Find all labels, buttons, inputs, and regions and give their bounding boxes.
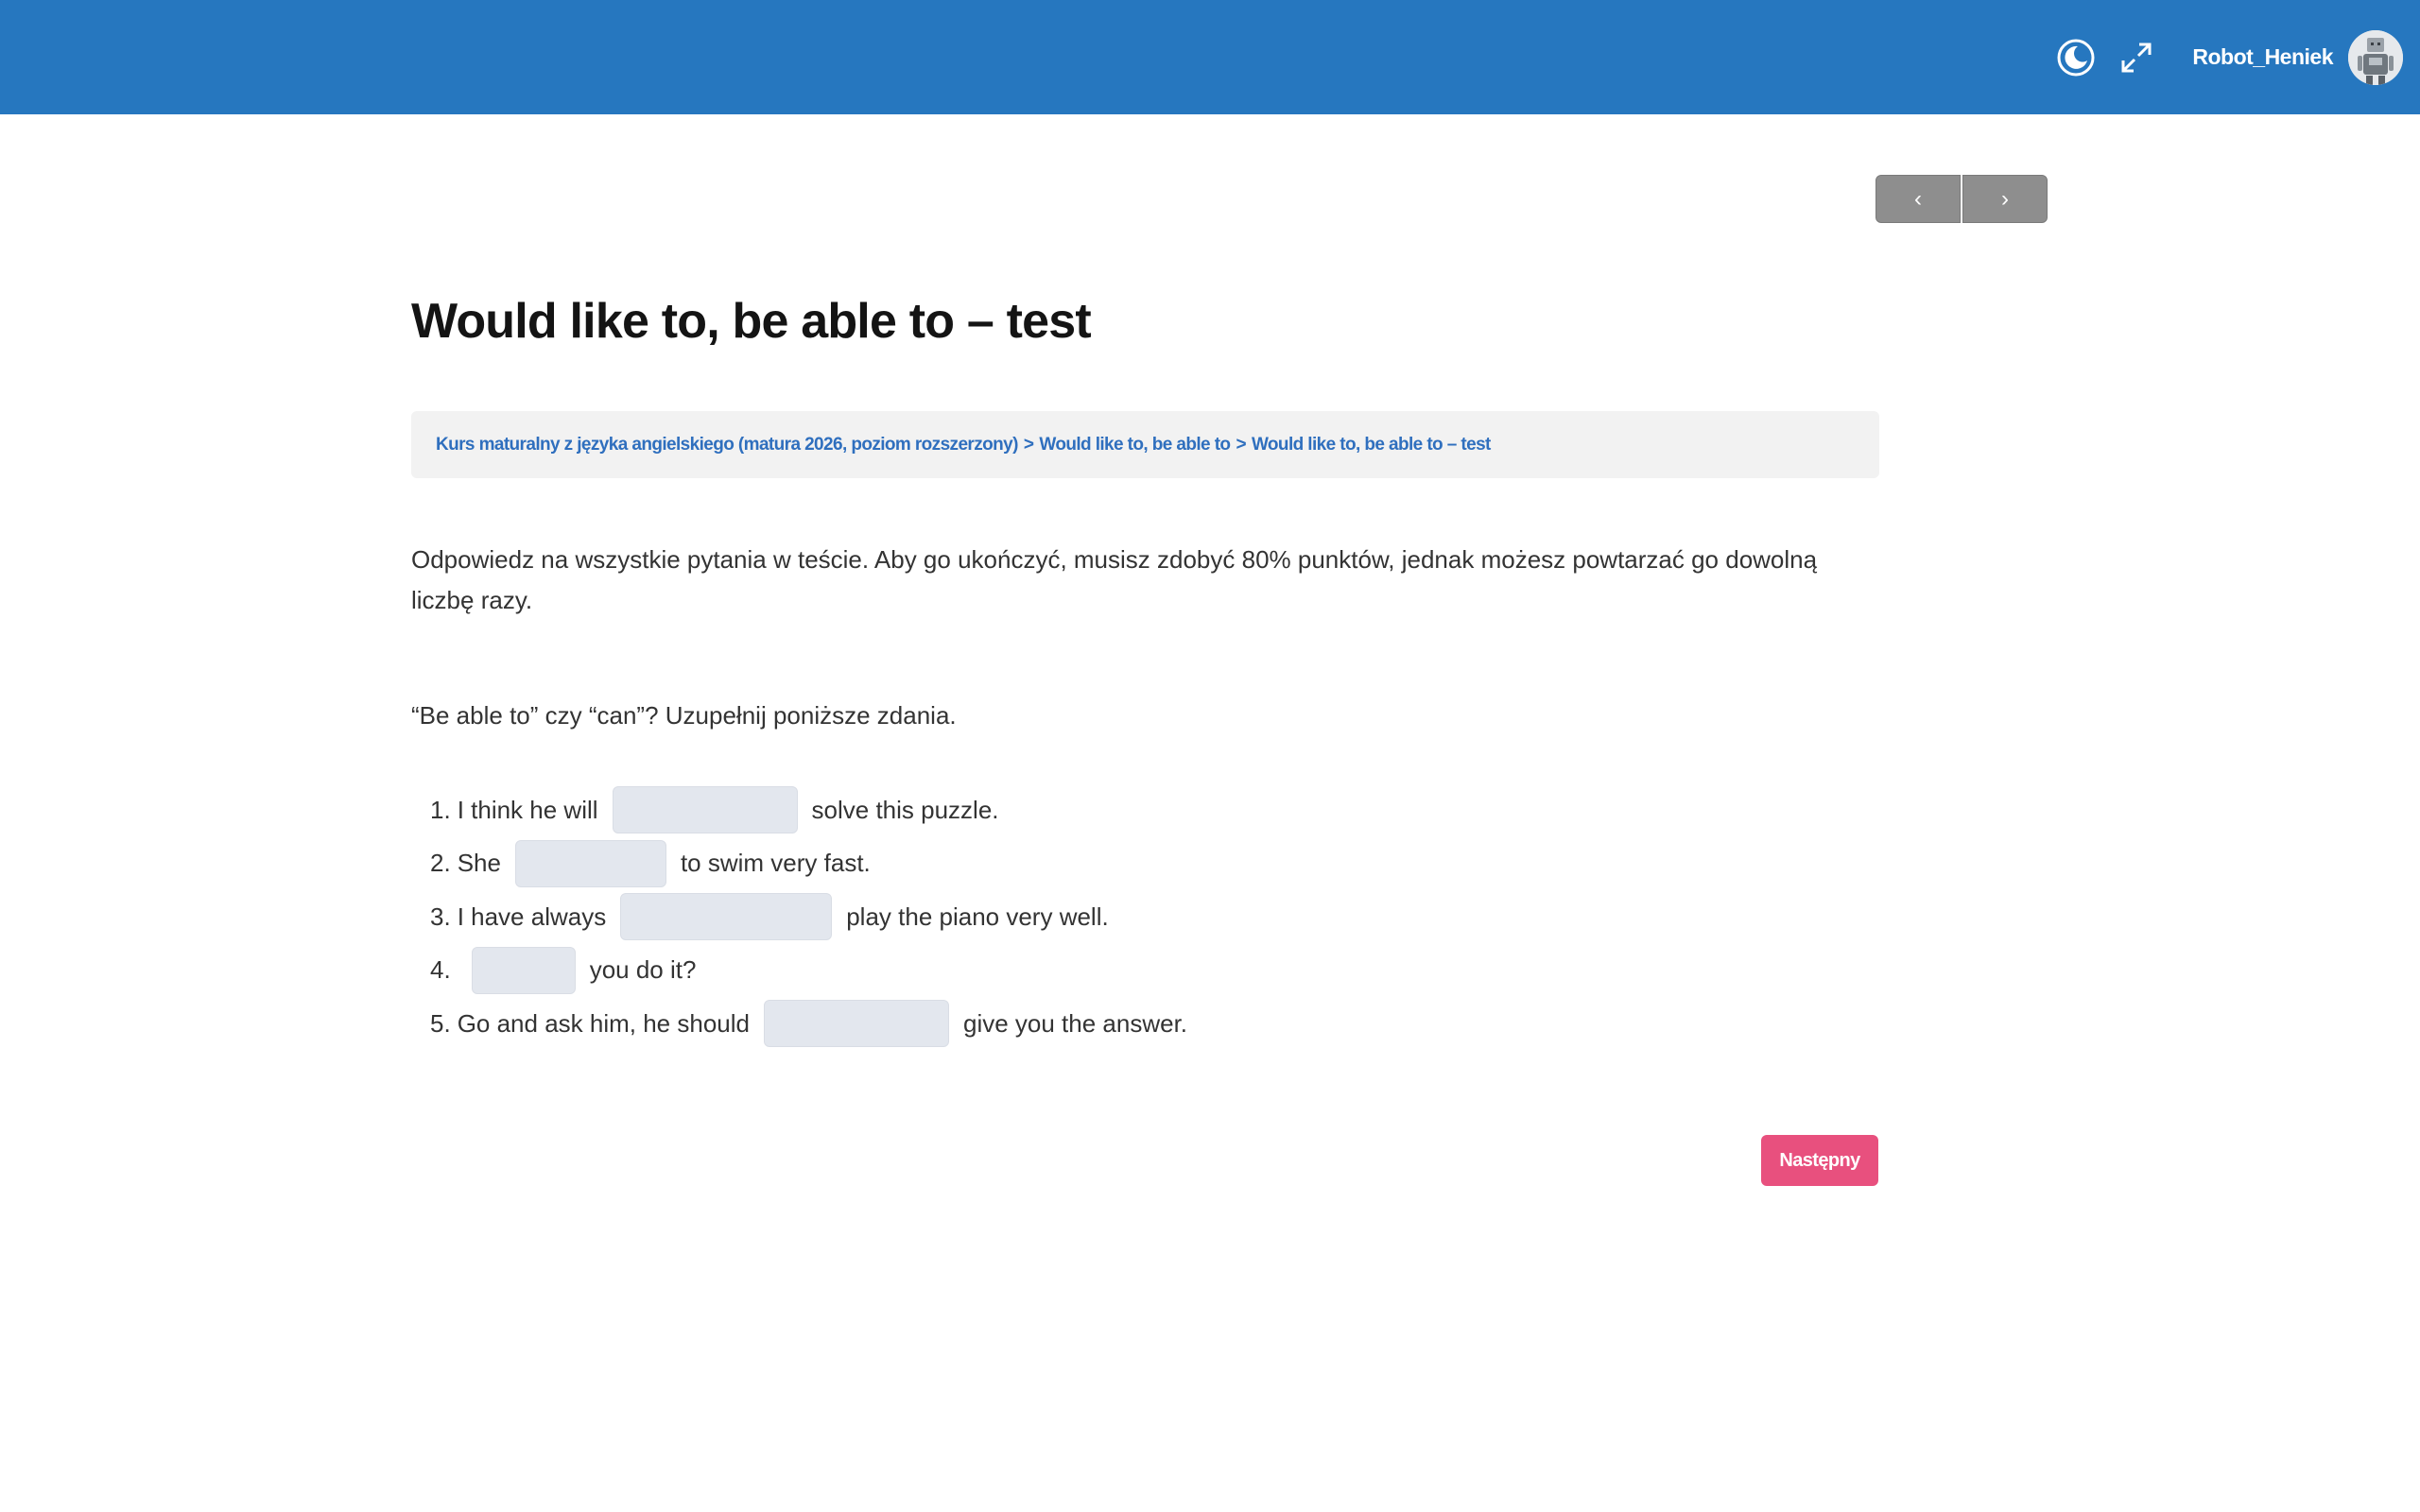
exercise-list: 1. I think he will solve this puzzle. 2.… xyxy=(430,783,1187,1051)
question-prompt: “Be able to” czy “can”? Uzupełnij poniżs… xyxy=(411,701,957,730)
avatar[interactable] xyxy=(2348,29,2403,85)
list-item: 4. you do it? xyxy=(430,944,1187,998)
sentence-start: She xyxy=(457,849,501,878)
list-item: 2. She to swim very fast. xyxy=(430,837,1187,891)
next-button[interactable]: Następny xyxy=(1761,1135,1878,1186)
chevron-left-icon: ‹ xyxy=(1914,185,1922,212)
moon-icon[interactable] xyxy=(2052,34,2100,81)
user-toolbar: Robot_Heniek xyxy=(2052,0,2403,114)
item-number: 4. xyxy=(430,955,451,985)
sentence-end: to swim very fast. xyxy=(680,849,871,878)
breadcrumb-item-lesson[interactable]: Would like to, be able to xyxy=(1039,435,1231,455)
breadcrumb-separator: > xyxy=(1236,434,1246,455)
top-bar: Robot_Heniek xyxy=(0,0,2420,114)
item-number: 3. xyxy=(430,902,451,931)
answer-gap-4[interactable] xyxy=(471,946,576,994)
next-page-button[interactable]: › xyxy=(1962,175,2048,223)
breadcrumb-separator: > xyxy=(1023,434,1034,455)
item-number: 5. xyxy=(430,1008,451,1038)
sentence-end: give you the answer. xyxy=(962,1008,1188,1038)
sentence-end: you do it? xyxy=(589,955,697,985)
list-item: 3. I have always play the piano very wel… xyxy=(430,890,1187,944)
breadcrumb-item-course[interactable]: Kurs maturalny z języka angielskiego (ma… xyxy=(436,435,1018,455)
item-number: 2. xyxy=(430,849,451,878)
chevron-right-icon: › xyxy=(2001,185,2009,212)
breadcrumb: Kurs maturalny z języka angielskiego (ma… xyxy=(411,411,1879,478)
answer-gap-2[interactable] xyxy=(514,839,666,887)
pager: ‹ › xyxy=(1876,175,2048,223)
answer-gap-1[interactable] xyxy=(612,786,798,834)
sentence-end: play the piano very well. xyxy=(846,902,1109,931)
list-item: 5. Go and ask him, he should give you th… xyxy=(430,997,1187,1051)
breadcrumb-item-test[interactable]: Would like to, be able to – test xyxy=(1252,435,1491,455)
sentence-start: Go and ask him, he should xyxy=(457,1008,750,1038)
answer-gap-5[interactable] xyxy=(763,1000,949,1048)
page-title: Would like to, be able to – test xyxy=(411,294,1092,349)
answer-gap-3[interactable] xyxy=(620,893,833,941)
sentence-end: solve this puzzle. xyxy=(811,795,999,824)
sentence-start: I think he will xyxy=(457,795,598,824)
expand-icon[interactable] xyxy=(2113,34,2160,81)
username[interactable]: Robot_Heniek xyxy=(2192,44,2333,70)
sentence-start: I have always xyxy=(457,902,607,931)
test-instructions: Odpowiedz na wszystkie pytania w teście.… xyxy=(411,545,1818,614)
list-item: 1. I think he will solve this puzzle. xyxy=(430,783,1187,837)
previous-page-button[interactable]: ‹ xyxy=(1876,175,1961,223)
item-number: 1. xyxy=(430,795,451,824)
